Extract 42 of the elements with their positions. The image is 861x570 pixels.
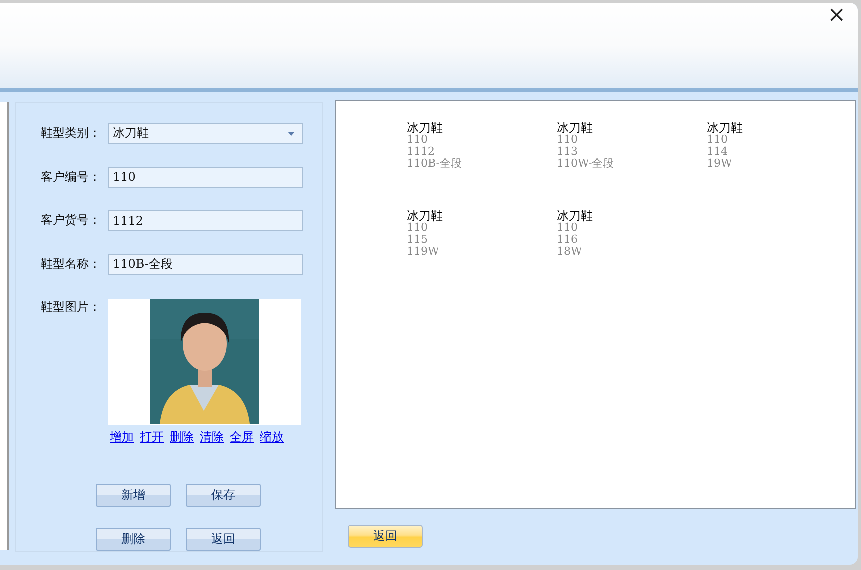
return-button[interactable]: 返回 xyxy=(348,525,423,548)
image-link[interactable]: 清除 xyxy=(200,429,224,446)
card-title: 冰刀鞋 xyxy=(707,122,743,134)
card-line: 110 xyxy=(407,134,428,146)
form-button[interactable]: 返回 xyxy=(186,528,261,551)
field-label: 客户货号： xyxy=(40,212,102,229)
card-title: 冰刀鞋 xyxy=(407,210,443,222)
card-line: 18W xyxy=(557,246,582,258)
card-line: 116 xyxy=(557,234,578,246)
card-line: 115 xyxy=(407,234,428,246)
card-line: 1112 xyxy=(407,146,435,158)
image-link[interactable]: 全屏 xyxy=(230,429,254,446)
image-link[interactable]: 缩放 xyxy=(260,429,284,446)
card-title: 冰刀鞋 xyxy=(557,122,593,134)
card-line: 113 xyxy=(557,146,578,158)
card-line: 19W xyxy=(707,158,732,170)
form-button[interactable]: 保存 xyxy=(186,484,261,507)
field-label: 客户编号： xyxy=(40,168,102,186)
input-field[interactable]: 110 xyxy=(108,166,303,188)
dropdown-field[interactable]: 冰刀鞋 xyxy=(108,123,303,144)
card-line: 110 xyxy=(707,134,728,146)
input-field[interactable]: 1112 xyxy=(108,210,303,231)
field-label: 鞋型名称： xyxy=(40,256,102,272)
card-line: 110 xyxy=(557,134,578,146)
card-line: 110 xyxy=(557,222,578,234)
form-button[interactable]: 新增 xyxy=(96,484,171,507)
card-line: 119W xyxy=(407,246,440,258)
card-title: 冰刀鞋 xyxy=(407,122,443,134)
form-button[interactable]: 删除 xyxy=(96,528,171,551)
card-title: 冰刀鞋 xyxy=(557,210,593,222)
card-line: 114 xyxy=(707,146,728,158)
card-line: 110B-全段 xyxy=(407,158,462,170)
close-button[interactable]: × xyxy=(824,5,850,27)
card-line: 110W-全段 xyxy=(557,158,614,170)
image-link[interactable]: 增加 xyxy=(110,429,134,446)
caret-icon xyxy=(288,132,295,136)
image-link[interactable]: 删除 xyxy=(170,429,194,446)
field-label: 鞋型类别： xyxy=(40,125,102,142)
input-field[interactable]: 110B-全段 xyxy=(108,254,303,274)
field-label: 鞋型图片： xyxy=(40,299,102,316)
image-link[interactable]: 打开 xyxy=(140,429,164,446)
card-line: 110 xyxy=(407,222,428,234)
